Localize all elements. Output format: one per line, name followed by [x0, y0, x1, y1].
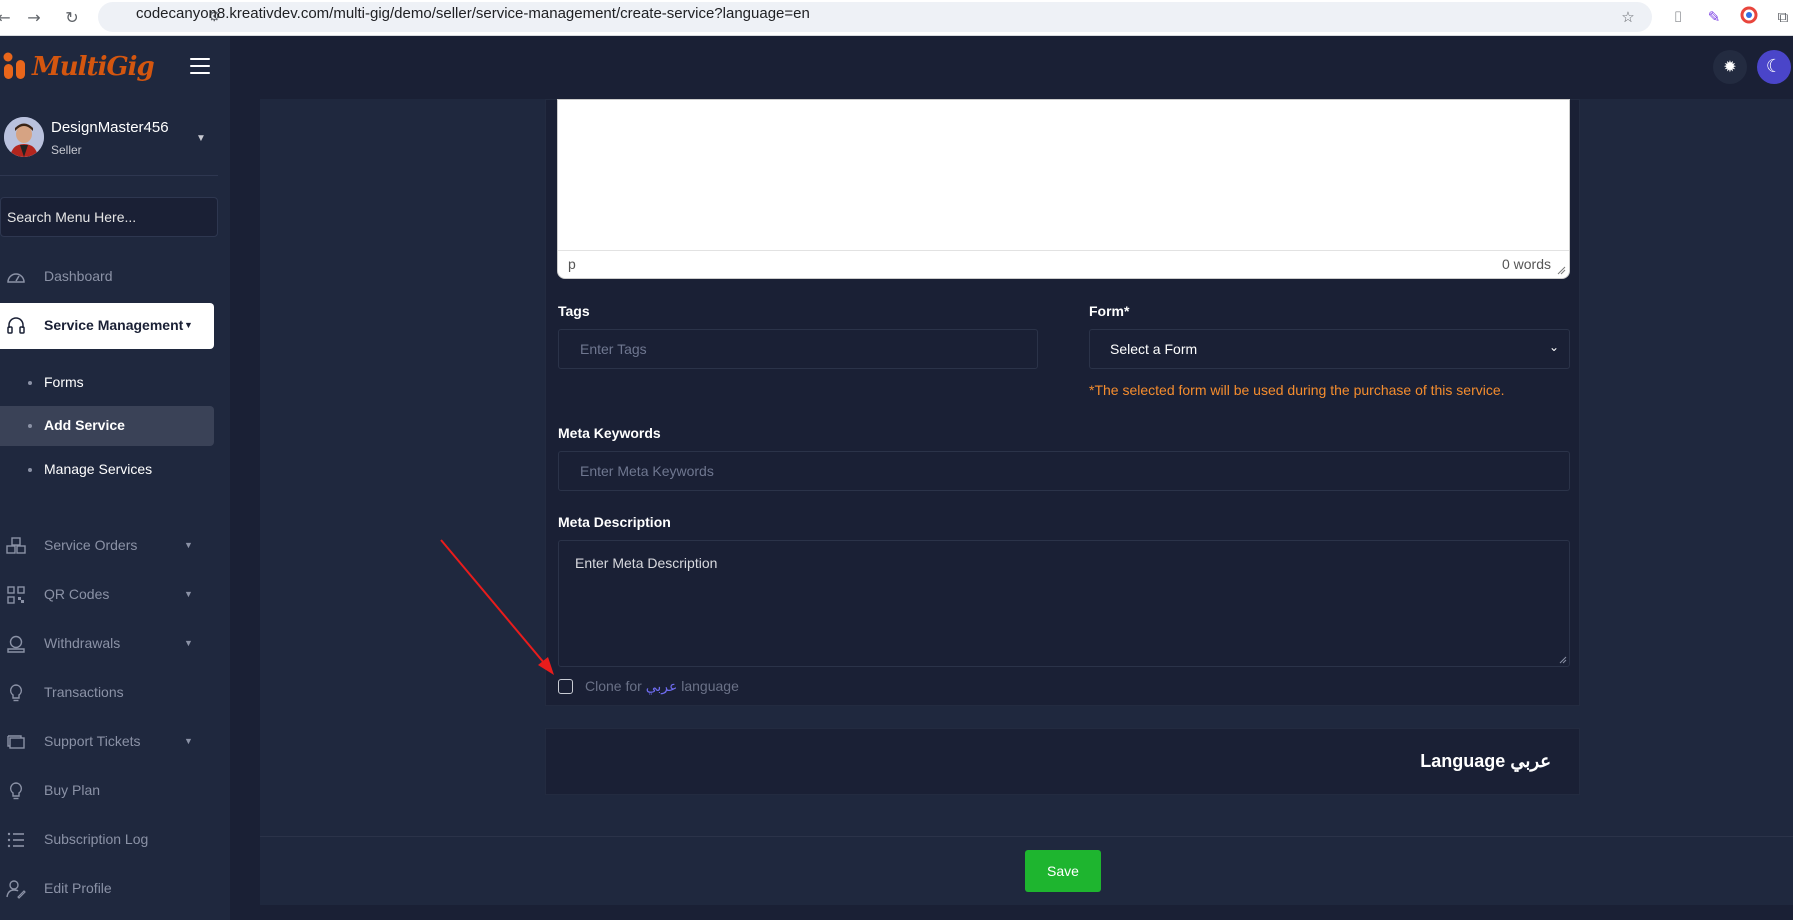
caret-down-icon: ▼: [184, 736, 193, 746]
form-label: Form*: [1089, 303, 1130, 319]
caret-down-icon: ▼: [184, 638, 193, 648]
tickets-icon: [7, 735, 25, 749]
caret-down-icon[interactable]: ▼: [196, 133, 206, 144]
description-editor[interactable]: p 0 words: [557, 99, 1570, 279]
clone-checkbox[interactable]: [558, 679, 573, 694]
footer-divider: [260, 836, 1793, 837]
sidebar-item-qr-codes[interactable]: QR Codes ▼: [0, 575, 214, 615]
form-select[interactable]: Select a Form ⌄: [1089, 329, 1570, 369]
sidebar-subitem-label: Manage Services: [44, 461, 153, 477]
meta-description-label: Meta Description: [558, 514, 671, 530]
clone-label: Clone for عربي language: [585, 678, 739, 695]
sidebar-divider: [0, 175, 218, 176]
sidebar-item-label: QR Codes: [44, 586, 110, 602]
list-icon: [7, 832, 24, 848]
sidebar-subitem-forms[interactable]: Forms: [0, 363, 214, 403]
user-edit-icon: [6, 880, 26, 899]
editor-element-path[interactable]: p: [568, 256, 576, 272]
meta-keywords-label: Meta Keywords: [558, 425, 661, 441]
sidebar-item-label: Service Management: [44, 317, 184, 333]
hamburger-menu-icon[interactable]: [190, 58, 210, 76]
extensions-puzzle-icon[interactable]: ⧉: [1772, 6, 1793, 28]
caret-down-icon: ▼: [184, 589, 193, 599]
bookmark-star-icon[interactable]: ☆: [1617, 6, 1639, 28]
sidebar-item-label: Buy Plan: [44, 782, 101, 798]
sidebar-item-transactions[interactable]: Transactions: [0, 673, 214, 713]
tags-label: Tags: [558, 303, 590, 319]
bullet-dot: [28, 381, 32, 385]
clone-prefix: Clone for: [585, 678, 642, 694]
logo-area: MultiGig: [0, 36, 230, 99]
meta-description-textarea[interactable]: [558, 540, 1570, 667]
editor-word-count: 0 words: [1501, 256, 1551, 272]
clone-suffix: language: [681, 678, 739, 694]
sidebar: DesignMaster456 Seller ▼ Dashboard Servi…: [0, 99, 230, 920]
bulb-icon: [9, 684, 23, 702]
editor-statusbar: p 0 words: [558, 250, 1569, 278]
sidebar-item-buy-plan[interactable]: Buy Plan: [0, 771, 214, 811]
user-profile[interactable]: DesignMaster456 Seller ▼: [4, 117, 220, 165]
sidebar-item-label: Transactions: [44, 684, 124, 700]
sidebar-item-subscription-log[interactable]: Subscription Log: [0, 820, 214, 860]
sidebar-subitem-manage-services[interactable]: Manage Services: [0, 450, 214, 490]
sidebar-item-label: Dashboard: [44, 268, 113, 284]
app-header: [0, 36, 1793, 99]
meta-keywords-input[interactable]: [558, 451, 1570, 491]
qr-icon: [7, 586, 25, 604]
username: DesignMaster456: [51, 119, 169, 136]
dark-mode-icon[interactable]: ☾: [1757, 50, 1791, 84]
user-role: Seller: [51, 143, 82, 157]
bullet-dot: [28, 468, 32, 472]
sidebar-item-label: Support Tickets: [44, 733, 141, 749]
sidebar-item-label: Withdrawals: [44, 635, 121, 651]
dashboard-icon: [7, 273, 25, 283]
language-section[interactable]: Language عربي: [545, 728, 1580, 795]
logo-text[interactable]: MultiGig: [32, 52, 155, 82]
boxes-icon: [6, 537, 26, 554]
sidebar-item-label: Service Orders: [44, 537, 138, 553]
pen-extension-icon[interactable]: ✎: [1703, 6, 1725, 28]
tags-input[interactable]: [558, 329, 1038, 369]
bulb-icon: [9, 782, 23, 800]
resize-grip-icon[interactable]: [1556, 265, 1566, 275]
form-note: *The selected form will be used during t…: [1089, 382, 1505, 398]
caret-down-icon: ▼: [184, 540, 193, 550]
back-icon[interactable]: ←: [0, 6, 16, 30]
sidebar-subitem-label: Forms: [44, 374, 84, 390]
language-section-title: Language عربي: [1420, 751, 1551, 771]
browser-toolbar: ← → ↻ ⚙ codecanyon8.kreativdev.com/multi…: [0, 0, 1793, 36]
save-button[interactable]: Save: [1025, 850, 1101, 892]
form-select-value: Select a Form: [1110, 341, 1198, 357]
avatar: [4, 117, 44, 157]
bullet-dot: [28, 424, 32, 428]
sidebar-item-edit-profile[interactable]: Edit Profile: [0, 869, 214, 909]
resize-grip-icon[interactable]: [1559, 656, 1567, 664]
headset-icon: [7, 317, 25, 334]
sidebar-item-dashboard[interactable]: Dashboard: [0, 257, 214, 297]
sidebar-item-service-management[interactable]: Service Management ▼: [0, 303, 214, 349]
sidebar-item-label: Edit Profile: [44, 880, 112, 896]
forward-icon[interactable]: →: [22, 6, 46, 30]
logo-mark-icon: [3, 52, 25, 79]
sidebar-subitem-add-service[interactable]: Add Service: [0, 406, 214, 446]
sidebar-item-withdrawals[interactable]: Withdrawals ▼: [0, 624, 214, 664]
color-extension-icon[interactable]: [1738, 6, 1760, 28]
withdraw-icon: [7, 635, 25, 653]
clone-language-name: عربي: [645, 678, 678, 694]
caret-down-icon: ▼: [184, 320, 193, 330]
sidebar-item-support-tickets[interactable]: Support Tickets ▼: [0, 722, 214, 762]
search-menu-input[interactable]: [0, 197, 218, 237]
sidebar-item-label: Subscription Log: [44, 831, 149, 847]
reload-icon[interactable]: ↻: [60, 6, 84, 30]
sidebar-item-service-orders[interactable]: Service Orders ▼: [0, 526, 214, 566]
url-text: codecanyon8.kreativdev.com/multi-gig/dem…: [136, 5, 810, 22]
sidebar-subitem-label: Add Service: [44, 417, 125, 433]
camera-extension-icon[interactable]: ⌷: [1667, 6, 1689, 28]
chevron-down-icon: ⌄: [1548, 340, 1559, 354]
light-mode-icon[interactable]: ✹: [1713, 50, 1747, 84]
annotation-arrow: [440, 539, 554, 675]
